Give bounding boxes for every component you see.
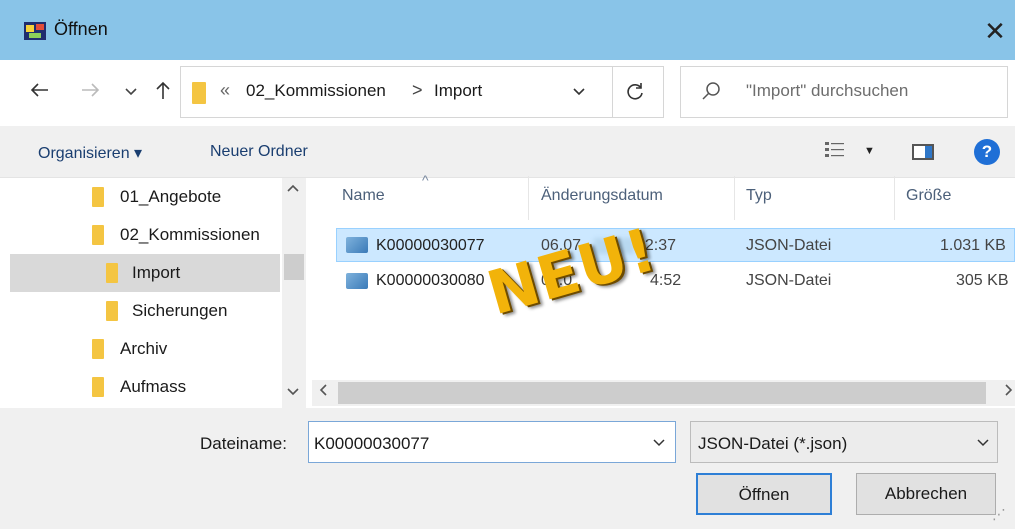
folder-icon — [106, 301, 118, 321]
column-header-name[interactable]: Name — [342, 187, 385, 205]
title-bar — [0, 0, 1015, 60]
preview-pane-icon[interactable] — [912, 144, 934, 160]
file-size: 305 KB — [956, 272, 1009, 289]
nav-scrollbar-thumb[interactable] — [284, 254, 304, 280]
folder-icon — [92, 339, 104, 359]
navigation-pane: 01_Angebote 02_Kommissionen Import Siche… — [0, 178, 306, 408]
column-divider[interactable] — [894, 176, 895, 220]
nav-item-aufmass[interactable]: Aufmass — [0, 368, 282, 406]
folder-icon — [106, 263, 118, 283]
up-arrow-icon[interactable] — [150, 79, 176, 107]
filename-label: Dateiname: — [200, 434, 287, 453]
search-placeholder[interactable]: "Import" durchsuchen — [746, 81, 908, 101]
search-icon — [700, 80, 722, 107]
cancel-button[interactable]: Abbrechen — [856, 473, 996, 515]
nav-item-label: Archiv — [120, 339, 168, 358]
close-icon[interactable]: ✕ — [978, 14, 1012, 48]
help-icon[interactable]: ? — [974, 139, 1000, 165]
breadcrumb-kommissionen[interactable]: 02_Kommissionen — [246, 81, 386, 101]
nav-item-archiv[interactable]: Archiv — [0, 330, 282, 368]
resize-grip-icon[interactable]: ⋰ — [992, 506, 1006, 523]
view-dropdown-icon[interactable]: ▼ — [864, 145, 875, 157]
file-list-scrollbar-thumb[interactable] — [338, 382, 986, 404]
open-button[interactable]: Öffnen — [696, 473, 832, 515]
window-title: Öffnen — [54, 19, 108, 39]
column-header-size[interactable]: Größe — [906, 187, 951, 205]
nav-item-sicherungen[interactable]: Sicherungen — [0, 292, 282, 330]
folder-icon — [192, 82, 206, 104]
scroll-down-icon[interactable] — [286, 384, 300, 400]
scroll-left-icon[interactable] — [318, 383, 328, 401]
column-header-type[interactable]: Typ — [746, 187, 772, 205]
scroll-right-icon[interactable] — [1004, 383, 1014, 401]
scroll-up-icon[interactable] — [286, 180, 300, 196]
column-header-date[interactable]: Änderungsdatum — [541, 187, 663, 205]
nav-item-01-angebote[interactable]: 01_Angebote — [0, 178, 282, 216]
nav-scrollbar[interactable] — [282, 178, 306, 408]
breadcrumb-separator[interactable]: > — [412, 80, 423, 101]
command-bar — [0, 126, 1015, 178]
breadcrumb-import[interactable]: Import — [434, 81, 482, 101]
forward-arrow-icon[interactable] — [78, 79, 104, 107]
app-icon — [24, 22, 46, 40]
new-folder-button[interactable]: Neuer Ordner — [210, 143, 308, 161]
column-divider[interactable] — [734, 176, 735, 220]
file-name: K00000030080 — [376, 272, 485, 289]
file-type: JSON-Datei — [746, 272, 832, 289]
recent-locations-icon[interactable] — [118, 79, 144, 107]
folder-icon — [92, 225, 104, 245]
back-arrow-icon[interactable] — [26, 79, 52, 107]
file-name: K00000030077 — [376, 237, 485, 254]
chevron-down-icon[interactable] — [976, 436, 990, 451]
chevron-down-icon[interactable] — [652, 436, 666, 451]
organize-button[interactable]: Organisieren ▾ — [38, 143, 142, 163]
nav-item-02-kommissionen[interactable]: 02_Kommissionen — [0, 216, 282, 254]
json-file-icon — [346, 273, 368, 289]
view-options-icon[interactable] — [824, 140, 846, 160]
folder-icon — [92, 377, 104, 397]
nav-item-label: Import — [132, 263, 181, 282]
json-file-icon — [346, 237, 368, 253]
refresh-icon[interactable] — [624, 80, 646, 108]
folder-icon — [92, 187, 104, 207]
nav-item-label: 02_Kommissionen — [120, 225, 260, 244]
filename-value[interactable]: K00000030077 — [314, 434, 429, 454]
file-size: 1.031 KB — [940, 237, 1006, 254]
nav-item-label: 01_Angebote — [120, 187, 222, 206]
address-dropdown-icon[interactable] — [572, 84, 586, 100]
file-type: JSON-Datei — [746, 237, 832, 254]
nav-item-import[interactable]: Import — [10, 254, 280, 292]
sort-ascending-icon: ^ — [422, 172, 429, 188]
nav-item-label: Aufmass — [120, 377, 187, 396]
path-overflow-icon[interactable]: « — [220, 80, 230, 101]
nav-item-label: Sicherungen — [132, 301, 228, 320]
filetype-value[interactable]: JSON-Datei (*.json) — [698, 434, 847, 454]
column-divider[interactable] — [528, 176, 529, 220]
